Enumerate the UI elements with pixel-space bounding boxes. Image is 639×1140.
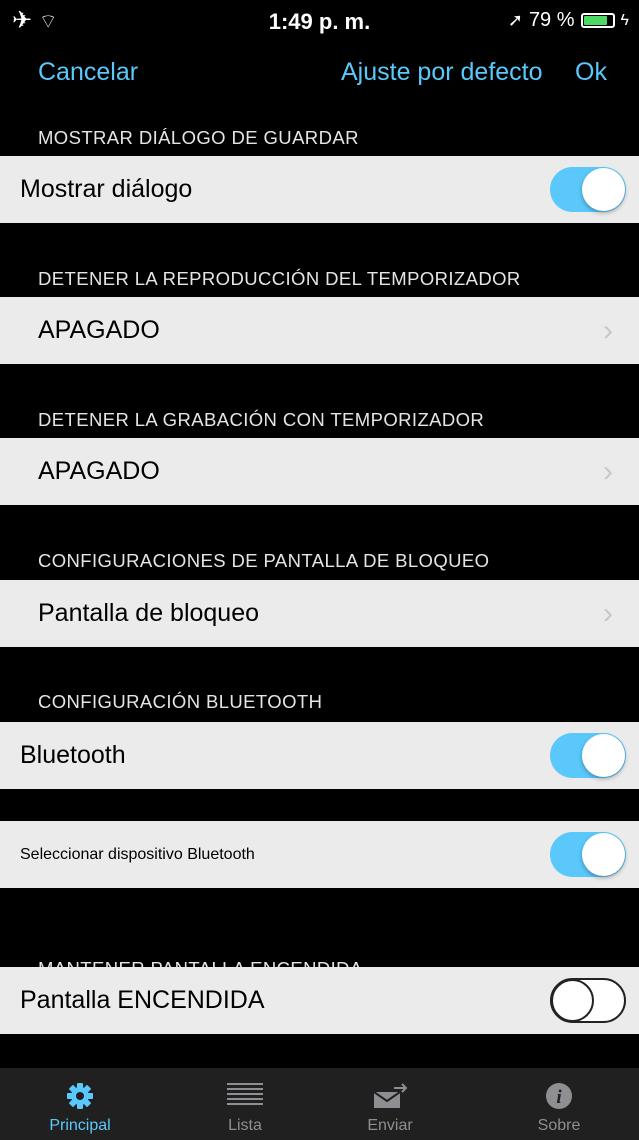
chevron-right-icon: › bbox=[603, 455, 613, 488]
charging-icon: ϟ bbox=[620, 11, 629, 29]
chevron-right-icon: › bbox=[603, 314, 613, 347]
row-record-timer[interactable]: APAGADO › bbox=[0, 438, 639, 505]
tab-lista[interactable]: Lista bbox=[165, 1068, 325, 1140]
tab-label: Principal bbox=[49, 1117, 111, 1134]
show-dialog-label: Mostrar diálogo bbox=[20, 175, 193, 203]
row-show-dialog: Mostrar diálogo bbox=[0, 156, 639, 223]
bluetooth-label: Bluetooth bbox=[20, 741, 126, 769]
status-right: ➚ 79 % ϟ bbox=[508, 9, 629, 32]
status-bar: ✈ ⌔ 1:49 p. m. ➚ 79 % ϟ bbox=[0, 0, 639, 40]
row-bluetooth: Bluetooth bbox=[0, 722, 639, 789]
list-icon bbox=[165, 1082, 325, 1110]
show-dialog-toggle[interactable] bbox=[550, 167, 626, 212]
tab-principal[interactable]: Principal bbox=[0, 1068, 160, 1140]
section-header-save-dialog: MOSTRAR DIÁLOGO DE GUARDAR bbox=[38, 127, 359, 148]
location-icon: ➚ bbox=[507, 10, 523, 30]
default-settings-button[interactable]: Ajuste por defecto bbox=[341, 58, 543, 87]
battery-percent: 79 % bbox=[528, 9, 575, 31]
row-lock-screen[interactable]: Pantalla de bloqueo › bbox=[0, 580, 639, 647]
section-header-playback-timer: DETENER LA REPRODUCCIÓN DEL TEMPORIZADOR bbox=[38, 268, 521, 289]
screen-on-label: Pantalla ENCENDIDA bbox=[20, 986, 265, 1014]
section-header-bluetooth: CONFIGURACIÓN BLUETOOTH bbox=[38, 691, 323, 712]
row-screen-on: Pantalla ENCENDIDA bbox=[0, 967, 639, 1034]
tab-bar: Principal Lista Enviar i Sobre bbox=[0, 1068, 639, 1140]
nav-bar: Cancelar Ajuste por defecto Ok bbox=[0, 58, 639, 94]
screen-on-toggle[interactable] bbox=[550, 978, 626, 1023]
battery-icon bbox=[580, 13, 615, 28]
section-header-lock-screen: CONFIGURACIONES DE PANTALLA DE BLOQUEO bbox=[38, 550, 490, 571]
svg-text:i: i bbox=[556, 1087, 562, 1108]
tab-label: Sobre bbox=[537, 1117, 581, 1134]
lock-screen-label: Pantalla de bloqueo bbox=[38, 599, 260, 627]
playback-timer-value: APAGADO bbox=[38, 316, 160, 344]
tab-label: Lista bbox=[228, 1117, 262, 1134]
send-envelope-icon bbox=[310, 1082, 470, 1110]
tab-label: Enviar bbox=[367, 1117, 413, 1134]
bluetooth-device-label: Seleccionar dispositivo Bluetooth bbox=[20, 846, 255, 863]
record-timer-value: APAGADO bbox=[38, 457, 160, 485]
bluetooth-toggle[interactable] bbox=[550, 733, 626, 778]
row-playback-timer[interactable]: APAGADO › bbox=[0, 297, 639, 364]
ok-button[interactable]: Ok bbox=[575, 58, 607, 87]
bluetooth-device-toggle[interactable] bbox=[550, 832, 626, 877]
cancel-button[interactable]: Cancelar bbox=[38, 58, 138, 87]
gear-icon bbox=[0, 1082, 160, 1110]
info-icon: i bbox=[479, 1082, 639, 1110]
section-header-record-timer: DETENER LA GRABACIÓN CON TEMPORIZADOR bbox=[38, 409, 485, 430]
tab-enviar[interactable]: Enviar bbox=[310, 1068, 470, 1140]
chevron-right-icon: › bbox=[603, 597, 613, 630]
tab-sobre[interactable]: i Sobre bbox=[479, 1068, 639, 1140]
row-bluetooth-device: Seleccionar dispositivo Bluetooth bbox=[0, 821, 639, 888]
